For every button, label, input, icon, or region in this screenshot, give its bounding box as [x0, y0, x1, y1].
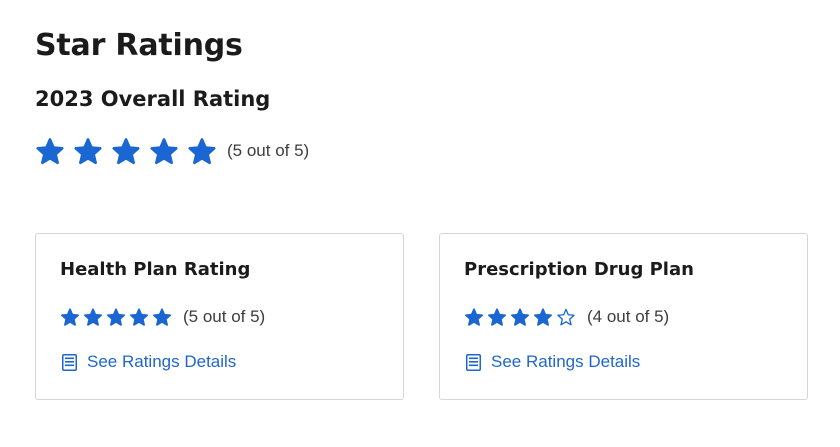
- link-label: See Ratings Details: [491, 352, 641, 371]
- star-filled-icon: [83, 307, 103, 327]
- card-star-rating: [464, 307, 579, 327]
- prescription-drug-plan-rating-card: Prescription Drug Plan (4 out of 5) See …: [439, 233, 808, 400]
- page-title: Star Ratings: [35, 28, 243, 63]
- card-rating-text: (4 out of 5): [587, 307, 670, 326]
- star-filled-icon: [106, 307, 126, 327]
- star-filled-icon: [487, 307, 507, 327]
- star-filled-icon: [111, 136, 141, 166]
- overall-rating-text: (5 out of 5): [227, 141, 310, 160]
- star-filled-icon: [510, 307, 530, 327]
- overall-rating: (5 out of 5): [35, 134, 309, 168]
- document-list-icon: [466, 353, 481, 371]
- card-star-rating: [60, 307, 175, 327]
- star-filled-icon: [152, 307, 172, 327]
- card-rating-text: (5 out of 5): [183, 307, 266, 326]
- star-filled-icon: [73, 136, 103, 166]
- document-list-icon: [62, 353, 77, 371]
- see-ratings-details-link[interactable]: See Ratings Details: [62, 350, 236, 374]
- see-ratings-details-link[interactable]: See Ratings Details: [466, 350, 640, 374]
- health-plan-rating-card: Health Plan Rating (5 out of 5) See Rati…: [35, 233, 404, 400]
- card-title: Prescription Drug Plan: [464, 259, 694, 280]
- star-filled-icon: [533, 307, 553, 327]
- star-filled-icon: [464, 307, 484, 327]
- card-rating: (5 out of 5): [60, 305, 265, 329]
- star-filled-icon: [35, 136, 65, 166]
- overall-rating-heading: 2023 Overall Rating: [35, 87, 271, 111]
- star-filled-icon: [129, 307, 149, 327]
- overall-star-rating: [35, 136, 225, 166]
- link-label: See Ratings Details: [87, 352, 237, 371]
- card-rating: (4 out of 5): [464, 305, 669, 329]
- star-outline-icon: [556, 307, 576, 327]
- star-filled-icon: [187, 136, 217, 166]
- star-filled-icon: [149, 136, 179, 166]
- card-title: Health Plan Rating: [60, 259, 251, 280]
- star-filled-icon: [60, 307, 80, 327]
